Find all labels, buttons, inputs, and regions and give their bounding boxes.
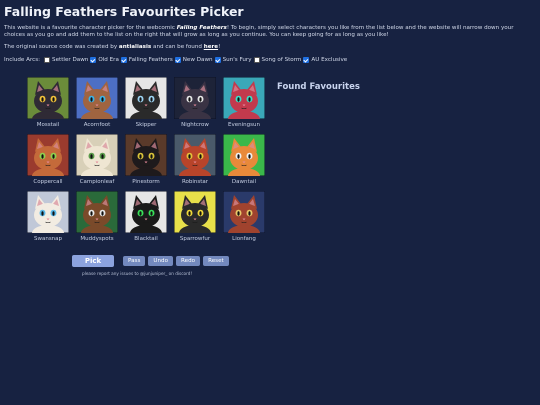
character-portrait[interactable] xyxy=(27,191,69,233)
arc-option-label: Falling Feathers xyxy=(128,57,173,63)
report-issues-note: please report any issues to @junjuniper_… xyxy=(82,271,193,276)
character-card[interactable]: Lionfang xyxy=(223,191,265,242)
picker-controls: Pick Pass Undo Redo Reset xyxy=(72,255,229,267)
character-portrait[interactable] xyxy=(76,77,118,119)
character-portrait[interactable] xyxy=(76,191,118,233)
character-card[interactable]: Robinstar xyxy=(174,134,216,185)
arc-option[interactable]: AU Exclusive xyxy=(303,57,347,63)
character-card[interactable]: Eveningsun xyxy=(223,77,265,128)
reset-button[interactable]: Reset xyxy=(203,256,229,266)
character-name: Dawntail xyxy=(231,179,257,185)
arc-option[interactable]: Falling Feathers xyxy=(120,57,173,63)
credit-end: ! xyxy=(218,44,221,50)
arc-checkbox[interactable] xyxy=(90,57,97,63)
character-name: Lionfang xyxy=(232,236,256,242)
arc-option-label: Song of Storm xyxy=(261,57,302,63)
arc-checkbox[interactable] xyxy=(174,57,181,63)
arc-checkbox[interactable] xyxy=(44,57,51,63)
source-code-link[interactable]: here xyxy=(204,44,218,50)
arc-filters: Include Arcs: Settler Dawn Old Era Falling… xyxy=(4,57,349,63)
character-card[interactable]: Nightcrow xyxy=(174,77,216,128)
undo-button[interactable]: Undo xyxy=(148,256,174,266)
character-card[interactable]: Skipper xyxy=(125,77,167,128)
pick-button[interactable]: Pick xyxy=(72,255,114,267)
character-name: Swansnap xyxy=(33,236,63,242)
character-name: Eveningsun xyxy=(228,122,260,128)
character-portrait[interactable] xyxy=(223,134,265,176)
character-card[interactable]: Muddyspots xyxy=(76,191,118,242)
character-name: Blacktail xyxy=(134,236,158,242)
character-portrait[interactable] xyxy=(27,134,69,176)
arc-checkbox[interactable] xyxy=(303,57,310,63)
character-card[interactable]: Blacktail xyxy=(125,191,167,242)
credit-middle: and can be found xyxy=(151,44,204,50)
character-name: Acornfoot xyxy=(83,122,111,128)
arc-option-label: AU Exclusive xyxy=(311,57,348,63)
character-name: Muddyspots xyxy=(80,236,114,242)
character-portrait[interactable] xyxy=(125,191,167,233)
character-card[interactable]: Acornfoot xyxy=(76,77,118,128)
arc-option-label: Old Era xyxy=(98,57,119,63)
character-card[interactable]: Pinestorm xyxy=(125,134,167,185)
character-name: Sparrowfur xyxy=(179,236,211,242)
character-portrait[interactable] xyxy=(174,77,216,119)
character-grid: Mosstail Acornfoot Skipper Nightcrow Evening… xyxy=(27,77,265,242)
character-portrait[interactable] xyxy=(223,191,265,233)
character-card[interactable]: Campionleaf xyxy=(76,134,118,185)
character-card[interactable]: Mosstail xyxy=(27,77,69,128)
character-card[interactable]: Sparrowfur xyxy=(174,191,216,242)
arc-checkbox[interactable] xyxy=(120,57,127,63)
character-name: Skipper xyxy=(135,122,157,128)
character-portrait[interactable] xyxy=(125,134,167,176)
character-name: Coppercall xyxy=(33,179,63,185)
intro-before: This website is a favourite character pi… xyxy=(4,25,177,31)
character-portrait[interactable] xyxy=(223,77,265,119)
intro-comic-name: Falling Feathers xyxy=(176,25,227,31)
character-portrait[interactable] xyxy=(27,77,69,119)
credit-before: The original source code was created by xyxy=(4,44,119,50)
character-portrait[interactable] xyxy=(174,134,216,176)
character-card[interactable]: Dawntail xyxy=(223,134,265,185)
redo-button[interactable]: Redo xyxy=(176,256,201,266)
character-name: Nightcrow xyxy=(181,122,209,128)
pass-button[interactable]: Pass xyxy=(123,256,146,266)
character-portrait[interactable] xyxy=(174,191,216,233)
character-name: Pinestorm xyxy=(132,179,160,185)
arc-option-label: New Dawn xyxy=(182,57,213,63)
character-card[interactable]: Swansnap xyxy=(27,191,69,242)
arc-checkbox[interactable] xyxy=(253,57,260,63)
character-name: Campionleaf xyxy=(79,179,115,185)
arc-option-label: Settler Dawn xyxy=(52,57,89,63)
character-card[interactable]: Coppercall xyxy=(27,134,69,185)
arc-option-label: Sun's Fury xyxy=(222,57,252,63)
arc-option[interactable]: Song of Storm xyxy=(253,57,302,63)
credit-author: antialiasis xyxy=(118,44,152,50)
arc-filters-label: Include Arcs: xyxy=(4,57,41,63)
arc-option[interactable]: Sun's Fury xyxy=(214,57,252,63)
arc-list: Settler Dawn Old Era Falling Feathers New D… xyxy=(44,57,349,63)
character-name: Robinstar xyxy=(181,179,209,185)
credit-text: The original source code was created by … xyxy=(4,44,220,50)
page-title: Falling Feathers Favourites Picker xyxy=(4,4,244,19)
character-portrait[interactable] xyxy=(125,77,167,119)
found-favourites-heading: Found Favourites xyxy=(277,82,360,92)
intro-text: This website is a favourite character pi… xyxy=(4,25,536,40)
character-name: Mosstail xyxy=(36,122,60,128)
arc-option[interactable]: Old Era xyxy=(90,57,119,63)
character-portrait[interactable] xyxy=(76,134,118,176)
arc-option[interactable]: Settler Dawn xyxy=(44,57,88,63)
arc-option[interactable]: New Dawn xyxy=(174,57,213,63)
arc-checkbox[interactable] xyxy=(214,57,221,63)
